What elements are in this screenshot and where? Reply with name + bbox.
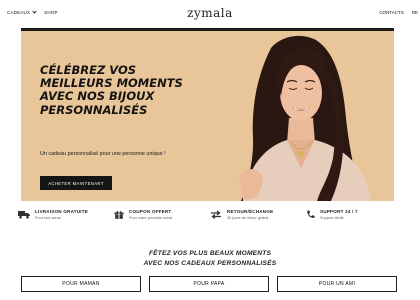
exchange-icon xyxy=(211,210,221,219)
hero-banner: Célébrez vos meilleurs moments avec nos … xyxy=(21,28,394,201)
section-title-line: avec nos cadeaux personnalisés xyxy=(143,260,277,267)
section-title-line: Fêtez vos plus beaux moments xyxy=(148,250,272,257)
section-title: Fêtez vos plus beaux moments avec nos ca… xyxy=(0,249,420,269)
nav-item-contacts[interactable]: Contacts xyxy=(379,10,403,15)
feature-subtitle: Pour votre prochain achat xyxy=(129,215,173,220)
shop-now-button[interactable]: Acheter maintenant xyxy=(40,176,112,190)
category-buttons: Pour Maman Pour Papa Pour un ami xyxy=(21,276,397,292)
feature-subtitle: Support dédié xyxy=(320,215,344,220)
phone-icon xyxy=(307,210,315,218)
nav-item-re[interactable]: Re xyxy=(412,10,418,15)
secondary-nav: Contacts Re xyxy=(379,10,418,15)
category-button-papa[interactable]: Pour Papa xyxy=(149,276,269,292)
feature-subtitle: 30 jours de retour gratuit xyxy=(227,215,269,220)
category-button-maman[interactable]: Pour Maman xyxy=(21,276,141,292)
feature-title: Livraison gratuite xyxy=(35,209,89,214)
site-header: Cadeaux Shop zymala Contacts Re xyxy=(0,0,420,28)
gift-icon xyxy=(114,211,124,219)
hero-headline-line: avec nos bijoux xyxy=(40,89,155,104)
feature-returns: Retour/Échange 30 jours de retour gratui… xyxy=(210,207,306,229)
feature-title: Retour/Échange xyxy=(227,209,274,214)
hero-headline-line: personnalisés xyxy=(40,102,148,117)
hero-model-image xyxy=(239,35,371,201)
feature-coupon: Coupon offert Pour votre prochain achat xyxy=(114,207,210,229)
logo[interactable]: zymala xyxy=(0,6,420,20)
hero-headline: Célébrez vos meilleurs moments avec nos … xyxy=(40,63,220,117)
category-button-ami[interactable]: Pour un ami xyxy=(277,276,397,292)
feature-title: Coupon offert xyxy=(129,209,172,214)
feature-subtitle: Pour tout achat xyxy=(35,215,61,220)
features-bar: Livraison gratuite Pour tout achat Coupo… xyxy=(18,207,402,229)
truck-icon xyxy=(18,211,30,219)
hero-subtitle: Un cadeau personnalisé pour une personne… xyxy=(40,151,166,157)
feature-free-shipping: Livraison gratuite Pour tout achat xyxy=(18,207,114,229)
feature-support: Support 24 / 7 Support dédié xyxy=(306,207,402,229)
feature-title: Support 24 / 7 xyxy=(320,209,358,214)
